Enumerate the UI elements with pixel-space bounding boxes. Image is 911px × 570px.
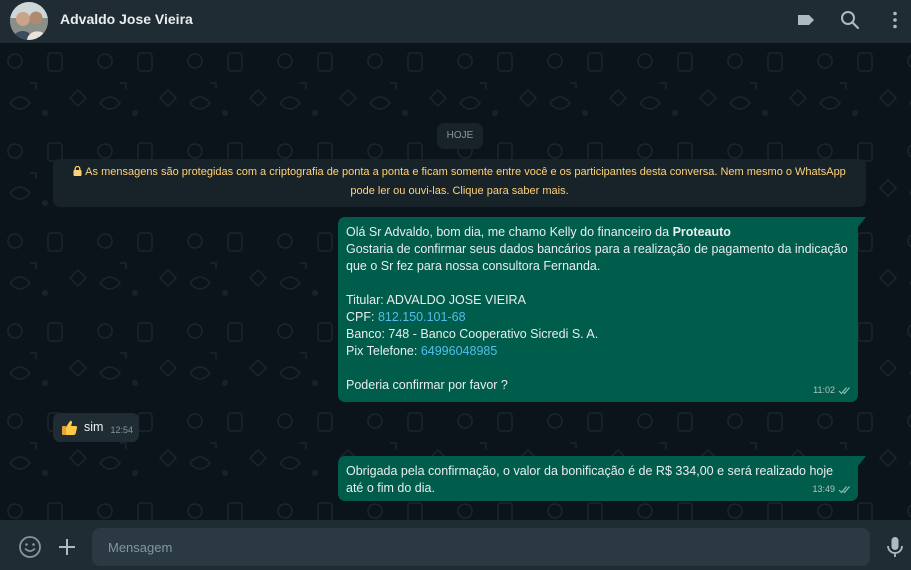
encryption-notice-text: As mensagens são protegidas com a cripto… — [85, 166, 846, 197]
message-cpf-label: CPF: — [346, 310, 378, 324]
double-check-icon — [838, 486, 850, 494]
message-time: 13:49 — [812, 484, 835, 494]
message-text: sim — [84, 420, 104, 434]
message-greeting: Olá Sr Advaldo, bom dia, me chamo Kelly … — [346, 225, 673, 239]
message-incoming[interactable]: sim 12:54 — [53, 413, 139, 442]
pix-phone-link[interactable]: 64996048985 — [421, 344, 497, 358]
bubble-tail — [858, 456, 866, 466]
contact-name[interactable]: Advaldo Jose Vieira — [60, 11, 193, 27]
message-time: 11:02 — [813, 385, 835, 395]
cpf-link[interactable]: 812.150.101-68 — [378, 310, 466, 324]
message-pix-label: Pix Telefone: — [346, 344, 421, 358]
avatar[interactable] — [10, 2, 48, 40]
message-text: Obrigada pela confirmação, o valor da bo… — [346, 464, 834, 495]
message-text: Olá Sr Advaldo, bom dia, me chamo Kelly … — [346, 224, 849, 394]
message-outgoing[interactable]: Olá Sr Advaldo, bom dia, me chamo Kelly … — [338, 217, 858, 402]
chat-header: Advaldo Jose Vieira — [0, 0, 911, 43]
double-check-icon — [838, 387, 850, 395]
search-icon[interactable] — [838, 8, 862, 32]
message-company-name: Proteauto — [672, 225, 731, 239]
message-input[interactable] — [92, 528, 870, 566]
compose-bar — [0, 520, 911, 570]
menu-dots-icon[interactable] — [883, 8, 907, 32]
mic-icon[interactable] — [882, 534, 908, 560]
attach-plus-icon[interactable] — [54, 534, 80, 560]
message-banco: Banco: 748 - Banco Cooperativo Sicredi S… — [346, 327, 599, 341]
thumbs-up-icon — [62, 420, 78, 435]
message-closing: Poderia confirmar por favor ? — [346, 378, 508, 392]
message-titular: Titular: ADVALDO JOSE VIEIRA — [346, 293, 526, 307]
lock-icon — [73, 166, 82, 176]
encryption-notice[interactable]: As mensagens são protegidas com a cripto… — [53, 159, 866, 207]
message-line: Gostaria de confirmar seus dados bancári… — [346, 242, 848, 273]
chat-area[interactable]: HOJE As mensagens são protegidas com a c… — [0, 43, 911, 520]
message-meta: 11:02 — [813, 382, 852, 399]
message-meta: 13:49 — [812, 481, 852, 498]
message-time: 12:54 — [110, 425, 133, 435]
message-outgoing[interactable]: Obrigada pela confirmação, o valor da bo… — [338, 456, 858, 501]
date-divider: HOJE — [437, 123, 483, 149]
bubble-tail — [858, 217, 866, 227]
emoji-icon[interactable] — [17, 534, 43, 560]
label-icon[interactable] — [794, 8, 818, 32]
